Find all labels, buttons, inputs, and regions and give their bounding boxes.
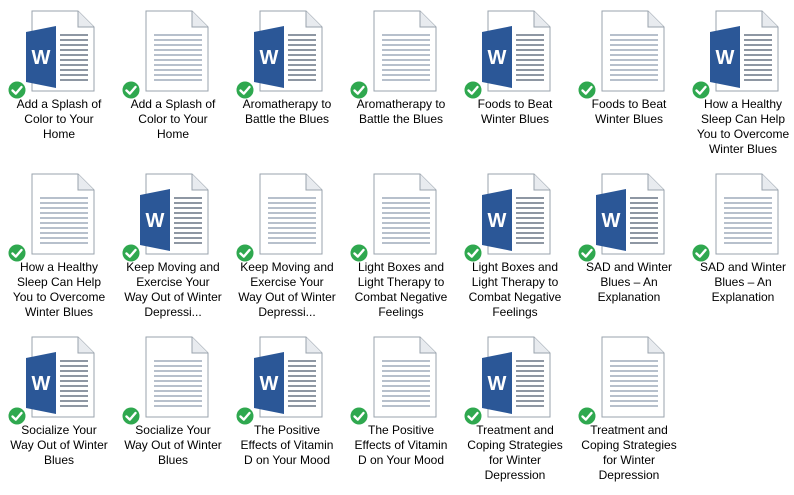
word-document-icon: W xyxy=(596,173,666,255)
file-name-label: Socialize Your Way Out of Winter Blues xyxy=(10,423,108,467)
file-name-label: The Positive Effects of Vitamin D on You… xyxy=(240,423,334,467)
word-document-icon: W xyxy=(26,10,96,92)
file-item[interactable]: Socialize Your Way Out of Winter Blues xyxy=(114,326,224,486)
file-name-label: Foods to Beat Winter Blues xyxy=(477,97,553,126)
file-name-label: Treatment and Coping Strategies for Wint… xyxy=(467,423,563,482)
file-name-label: Aromatherapy to Battle the Blues xyxy=(242,97,332,126)
word-document-icon: W xyxy=(482,173,552,255)
svg-text:W: W xyxy=(488,47,507,69)
file-item[interactable]: Light Boxes and Light Therapy to Combat … xyxy=(342,163,452,323)
file-item[interactable]: Aromatherapy to Battle the Blues xyxy=(342,0,452,160)
file-name-label: The Positive Effects of Vitamin D on You… xyxy=(354,423,448,467)
file-name-label: Add a Splash of Color to Your Home xyxy=(16,97,102,141)
text-document-icon xyxy=(596,10,666,92)
file-grid: W Add a Splash of Color to Your Home Add a… xyxy=(0,0,794,495)
file-name-label: How a Healthy Sleep Can Help You to Over… xyxy=(12,260,106,319)
file-item[interactable]: W Socialize Your Way Out of Winter Blues xyxy=(0,326,110,486)
text-document-icon xyxy=(710,173,780,255)
file-item[interactable]: Treatment and Coping Strategies for Wint… xyxy=(570,326,680,486)
file-name-label: SAD and Winter Blues – An Explanation xyxy=(699,260,787,304)
text-document-icon xyxy=(26,173,96,255)
text-document-icon xyxy=(596,336,666,418)
svg-text:W: W xyxy=(602,210,621,232)
file-item[interactable]: SAD and Winter Blues – An Explanation xyxy=(684,163,794,323)
word-document-icon: W xyxy=(482,10,552,92)
svg-text:W: W xyxy=(260,373,279,395)
file-name-label: How a Healthy Sleep Can Help You to Over… xyxy=(696,97,790,156)
word-document-icon: W xyxy=(482,336,552,418)
file-item[interactable]: Add a Splash of Color to Your Home xyxy=(114,0,224,160)
file-item[interactable]: W Foods to Beat Winter Blues xyxy=(456,0,566,160)
text-document-icon xyxy=(140,336,210,418)
file-item[interactable]: How a Healthy Sleep Can Help You to Over… xyxy=(0,163,110,323)
file-name-label: Aromatherapy to Battle the Blues xyxy=(356,97,446,126)
file-item[interactable]: W Treatment and Coping Strategies for Win… xyxy=(456,326,566,486)
svg-text:W: W xyxy=(488,373,507,395)
file-name-label: Light Boxes and Light Therapy to Combat … xyxy=(354,260,448,319)
svg-text:W: W xyxy=(32,373,51,395)
svg-text:W: W xyxy=(146,210,165,232)
text-document-icon xyxy=(368,10,438,92)
file-name-label: Keep Moving and Exercise Your Way Out of… xyxy=(238,260,336,319)
svg-text:W: W xyxy=(488,210,507,232)
file-name-label: Socialize Your Way Out of Winter Blues xyxy=(124,423,222,467)
file-item[interactable]: W SAD and Winter Blues – An Explanation xyxy=(570,163,680,323)
svg-text:W: W xyxy=(260,47,279,69)
svg-text:W: W xyxy=(32,47,51,69)
word-document-icon: W xyxy=(26,336,96,418)
text-document-icon xyxy=(368,336,438,418)
word-document-icon: W xyxy=(140,173,210,255)
file-name-label: Keep Moving and Exercise Your Way Out of… xyxy=(124,260,222,319)
text-document-icon xyxy=(254,173,324,255)
svg-text:W: W xyxy=(716,47,735,69)
file-item[interactable]: W How a Healthy Sleep Can Help You to Ove… xyxy=(684,0,794,160)
word-document-icon: W xyxy=(710,10,780,92)
file-item[interactable]: Keep Moving and Exercise Your Way Out of… xyxy=(228,163,338,323)
file-item[interactable]: Foods to Beat Winter Blues xyxy=(570,0,680,160)
file-item[interactable]: W The Positive Effects of Vitamin D on Yo… xyxy=(228,326,338,486)
file-item[interactable]: W Keep Moving and Exercise Your Way Out o… xyxy=(114,163,224,323)
file-item[interactable]: W Add a Splash of Color to Your Home xyxy=(0,0,110,160)
file-name-label: Foods to Beat Winter Blues xyxy=(591,97,667,126)
file-item[interactable]: W Aromatherapy to Battle the Blues xyxy=(228,0,338,160)
file-item[interactable]: The Positive Effects of Vitamin D on You… xyxy=(342,326,452,486)
text-document-icon xyxy=(368,173,438,255)
word-document-icon: W xyxy=(254,10,324,92)
text-document-icon xyxy=(140,10,210,92)
file-name-label: Treatment and Coping Strategies for Wint… xyxy=(581,423,677,482)
file-item[interactable]: W Light Boxes and Light Therapy to Combat… xyxy=(456,163,566,323)
file-name-label: Add a Splash of Color to Your Home xyxy=(130,97,216,141)
word-document-icon: W xyxy=(254,336,324,418)
file-name-label: Light Boxes and Light Therapy to Combat … xyxy=(468,260,562,319)
file-name-label: SAD and Winter Blues – An Explanation xyxy=(585,260,673,304)
